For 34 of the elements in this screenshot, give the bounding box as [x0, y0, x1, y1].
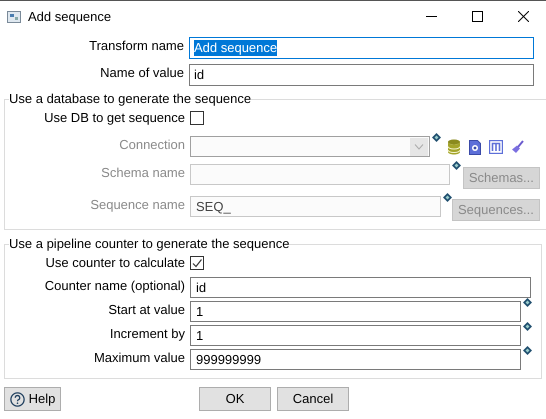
- field-label: Maximum value: [92, 349, 186, 366]
- database-icon: [447, 139, 461, 155]
- help-icon: [10, 392, 25, 406]
- checkbox[interactable]: [190, 256, 204, 270]
- field-label: Connection: [118, 136, 186, 153]
- ok-button[interactable]: OK: [199, 387, 271, 411]
- input-field[interactable]: id: [190, 277, 531, 298]
- close-icon: [518, 11, 528, 22]
- input-field[interactable]: 999999999: [190, 349, 521, 370]
- document-icon: [469, 140, 481, 154]
- chevron-down-icon: [414, 144, 424, 150]
- maximize-icon: [472, 11, 482, 22]
- field-label: Sequence name: [89, 196, 186, 213]
- group-title: Use a database to generate the sequence: [9, 91, 252, 107]
- cancel-button[interactable]: Cancel: [277, 387, 349, 411]
- field-label: Counter name (optional): [44, 277, 186, 294]
- broom-icon: [511, 140, 524, 154]
- window-title: Add sequence: [28, 8, 112, 24]
- field-label: Use DB to get sequence: [43, 110, 186, 126]
- field-label: Use counter to calculate: [44, 255, 186, 271]
- grid-icon: [489, 140, 503, 154]
- checkbox[interactable]: [190, 111, 204, 125]
- field-label: Schema name: [100, 164, 186, 181]
- field-label: Increment by: [108, 325, 186, 342]
- input-field[interactable]: 1: [190, 301, 521, 322]
- group-title: Use a pipeline counter to generate the sequence: [9, 236, 290, 252]
- help-button[interactable]: Help: [4, 387, 61, 411]
- field-label: Start at value: [107, 301, 186, 318]
- input-field[interactable]: Add sequence: [189, 37, 534, 59]
- input-field[interactable]: 1: [190, 325, 521, 346]
- field-label: Transform name: [88, 37, 185, 54]
- input-field[interactable]: id: [189, 64, 534, 86]
- field-label: Name of value: [99, 64, 185, 81]
- app-icon: [7, 10, 21, 22]
